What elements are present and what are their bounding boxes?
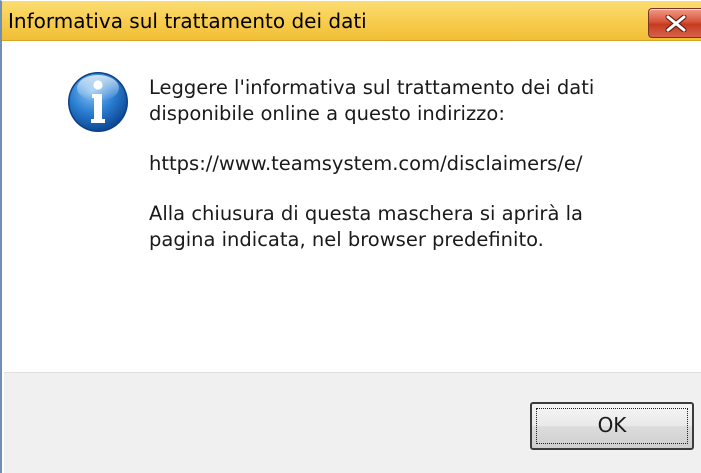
message-text: Leggere l'informativa sul trattamento de… <box>149 75 689 253</box>
information-icon <box>68 72 128 132</box>
message-line-5: pagina indicata, nel browser predefinito… <box>149 228 544 251</box>
message-line-4: Alla chiusura di questa maschera si apri… <box>149 202 583 225</box>
message-url: https://www.teamsystem.com/disclaimers/e… <box>149 152 583 175</box>
message-line-1: Leggere l'informativa sul trattamento de… <box>149 76 595 99</box>
message-line-2: disponibile online a questo indirizzo: <box>149 102 505 125</box>
close-x-icon <box>665 15 687 32</box>
ok-button-label: OK <box>597 413 627 437</box>
close-button[interactable] <box>648 8 701 38</box>
title-bar[interactable]: Informativa sul trattamento dei dati <box>2 1 701 41</box>
dialog-window: Informativa sul trattamento dei dati Leg… <box>0 0 701 473</box>
window-title: Informativa sul trattamento dei dati <box>8 9 367 33</box>
ok-button[interactable]: OK <box>530 402 694 450</box>
